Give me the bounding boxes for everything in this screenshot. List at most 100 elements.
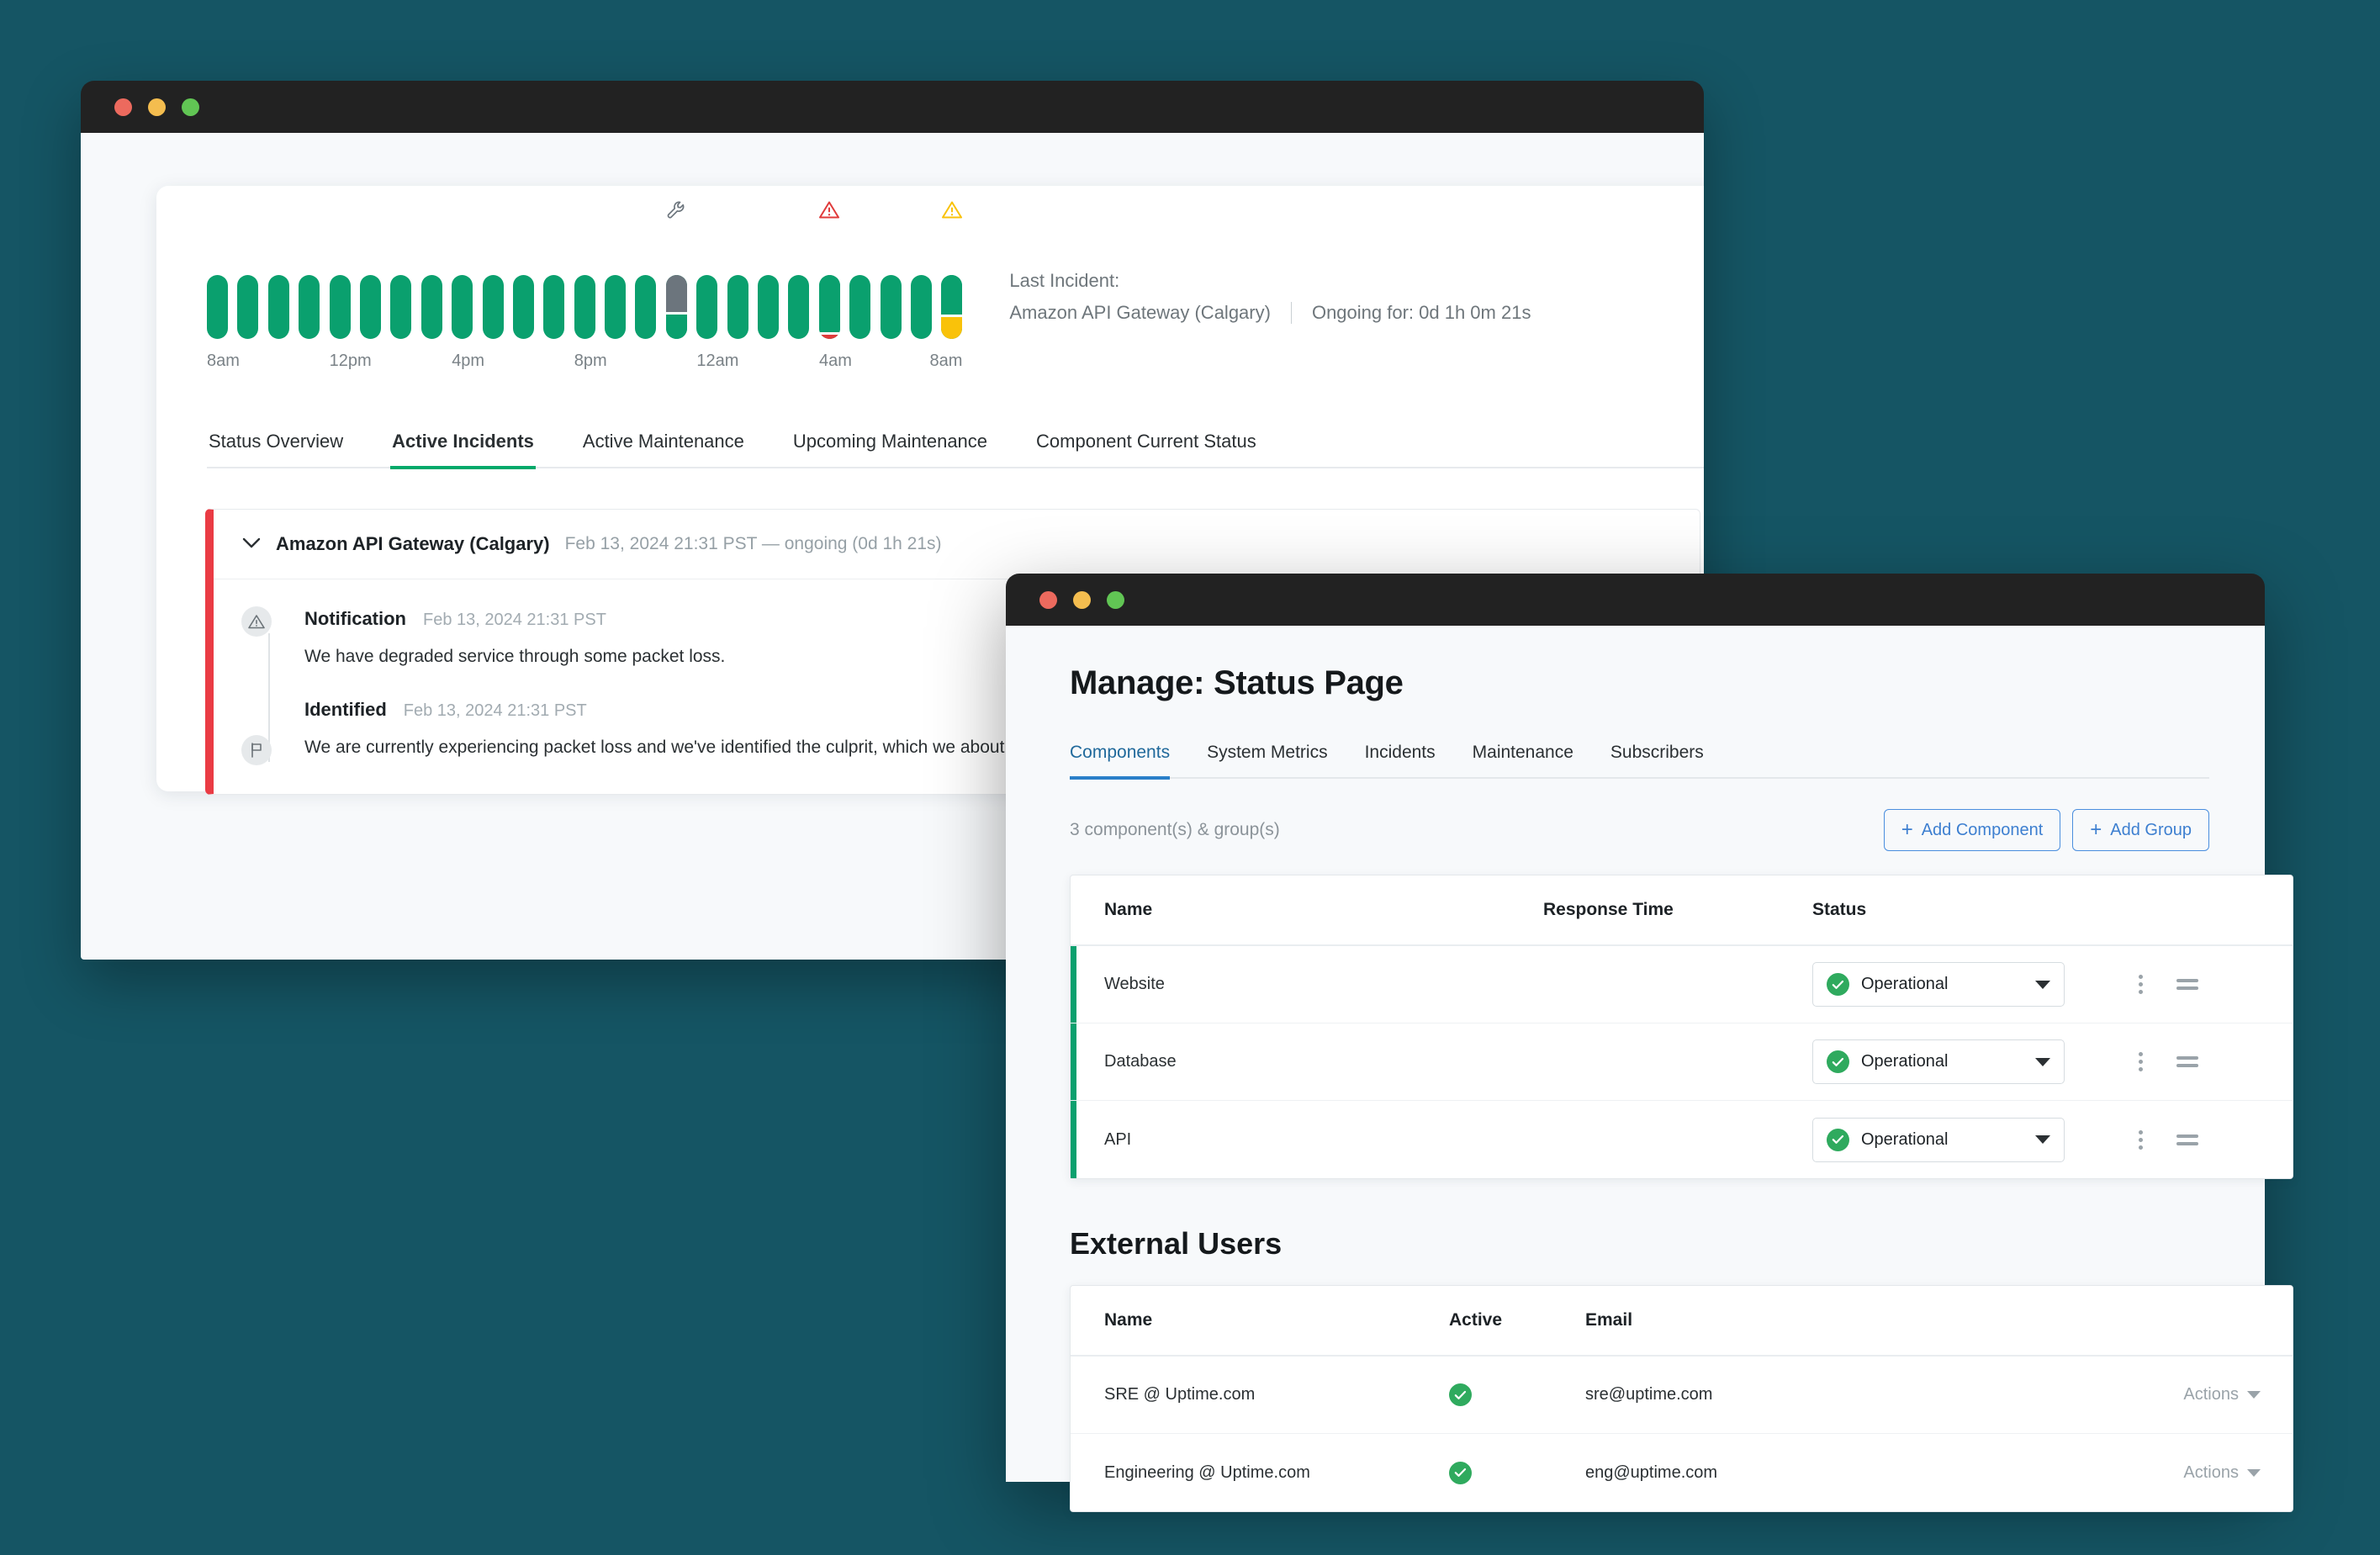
column-header-name: Name [1104, 900, 1153, 919]
component-name: Website [1104, 975, 1165, 993]
table-row[interactable]: SRE @ Uptime.com sre@uptime.com Actions [1071, 1357, 2293, 1434]
uptime-axis-tick: 8am [929, 352, 963, 370]
maximize-button[interactable] [1107, 590, 1124, 609]
more-options-icon[interactable] [2139, 1052, 2143, 1071]
uptime-bar-fill [605, 275, 627, 339]
uptime-bar-fill [329, 275, 351, 339]
status-dropdown[interactable]: Operational [1812, 1117, 2065, 1162]
actions-dropdown[interactable]: Actions [2023, 1385, 2274, 1404]
table-row[interactable]: API Operational [1071, 1101, 2293, 1178]
tab-maintenance[interactable]: Maintenance [1473, 743, 1573, 777]
active-check-icon [1449, 1461, 1472, 1484]
table-row[interactable]: Engineering @ Uptime.com eng@uptime.com Ac… [1071, 1434, 2293, 1511]
uptime-bar-segment [849, 275, 871, 339]
tab-status-overview[interactable]: Status Overview [207, 431, 345, 467]
column-header-status: Status [1812, 900, 1867, 919]
uptime-bar[interactable] [574, 230, 595, 339]
uptime-bar[interactable] [635, 230, 657, 339]
uptime-bar[interactable] [329, 230, 351, 339]
uptime-bar-segment [452, 275, 473, 339]
uptime-bar-segment [420, 275, 442, 339]
more-options-icon[interactable] [2139, 975, 2143, 994]
uptime-bar-segment [359, 275, 381, 339]
uptime-bar[interactable] [605, 230, 627, 339]
uptime-bar-segment [390, 275, 412, 339]
uptime-bar[interactable] [727, 230, 748, 339]
uptime-bar[interactable] [299, 230, 320, 339]
uptime-bar-fill [818, 275, 840, 339]
uptime-bar[interactable] [818, 201, 840, 339]
external-users-table-header: Name Active Email [1071, 1286, 2293, 1357]
uptime-bar-fill [452, 275, 473, 339]
close-button[interactable] [1039, 590, 1057, 609]
add-group-label: Add Group [2110, 820, 2192, 839]
uptime-bar-segment [267, 275, 289, 339]
uptime-bar-fill [420, 275, 442, 339]
uptime-bar-segment [299, 275, 320, 339]
uptime-bar[interactable] [390, 230, 412, 339]
uptime-bar[interactable] [482, 230, 504, 339]
page-title: Manage: Status Page [1070, 664, 1404, 701]
drag-handle-icon[interactable] [2176, 979, 2198, 990]
add-component-button[interactable]: + Add Component [1883, 809, 2061, 851]
drag-handle-icon[interactable] [2176, 1134, 2198, 1145]
uptime-bar[interactable] [941, 201, 963, 339]
uptime-bar-fill [299, 275, 320, 339]
chevron-down-icon[interactable] [242, 536, 261, 553]
uptime-bar[interactable] [849, 230, 871, 339]
plus-icon: + [2090, 818, 2102, 841]
incident-header[interactable]: Amazon API Gateway (Calgary) Feb 13, 202… [214, 510, 1700, 579]
tab-component-current-status[interactable]: Component Current Status [1034, 431, 1258, 467]
flag-icon [241, 735, 272, 765]
minimize-button[interactable] [1073, 590, 1091, 609]
check-circle-icon [1827, 1128, 1849, 1151]
uptime-bar-segment [880, 275, 902, 339]
uptime-bar[interactable] [359, 230, 381, 339]
status-dropdown[interactable]: Operational [1812, 1039, 2065, 1084]
tab-system-metrics[interactable]: System Metrics [1207, 743, 1328, 777]
uptime-bar[interactable] [696, 230, 718, 339]
alert-red-icon [818, 199, 840, 221]
component-name: API [1104, 1129, 1132, 1149]
uptime-bar[interactable] [267, 230, 289, 339]
status-dropdown[interactable]: Operational [1812, 962, 2065, 1007]
tab-active-incidents[interactable]: Active Incidents [390, 431, 536, 469]
last-incident-summary: Last Incident: Amazon API Gateway (Calga… [1009, 230, 1531, 327]
uptime-bar[interactable] [237, 230, 259, 339]
drag-handle-icon[interactable] [2176, 1056, 2198, 1067]
actions-dropdown[interactable]: Actions [2023, 1463, 2274, 1483]
table-row[interactable]: Website Operational [1071, 946, 2293, 1023]
more-options-icon[interactable] [2139, 1129, 2143, 1150]
table-row[interactable]: Database Operational [1071, 1023, 2293, 1101]
uptime-bar-segment [512, 275, 534, 339]
actions-label: Actions [2183, 1462, 2239, 1482]
maximize-button[interactable] [182, 98, 199, 116]
uptime-bar[interactable] [665, 201, 687, 339]
close-button[interactable] [114, 98, 132, 116]
tab-incidents[interactable]: Incidents [1365, 743, 1436, 777]
external-users-heading: External Users [1070, 1226, 1283, 1261]
uptime-bar-segment [696, 275, 718, 339]
uptime-bar[interactable] [910, 230, 932, 339]
uptime-bar[interactable] [207, 230, 228, 339]
uptime-axis: 8am 12pm 4pm 8pm 12am 4am 8am [207, 352, 962, 373]
tab-subscribers[interactable]: Subscribers [1610, 743, 1704, 777]
tab-upcoming-maintenance[interactable]: Upcoming Maintenance [791, 431, 989, 467]
tab-components[interactable]: Components [1070, 743, 1171, 780]
uptime-axis-tick: 8pm [574, 352, 607, 370]
uptime-bar[interactable] [420, 230, 442, 339]
uptime-bar[interactable] [788, 230, 810, 339]
uptime-bar[interactable] [880, 230, 902, 339]
chevron-down-icon [2035, 1057, 2050, 1066]
add-group-button[interactable]: + Add Group [2072, 809, 2209, 851]
wrench-icon [665, 199, 687, 221]
minimize-button[interactable] [148, 98, 166, 116]
tab-active-maintenance[interactable]: Active Maintenance [581, 431, 746, 467]
chevron-down-icon [2247, 1391, 2261, 1399]
uptime-bar[interactable] [758, 230, 780, 339]
uptime-bar[interactable] [512, 230, 534, 339]
uptime-bar[interactable] [452, 230, 473, 339]
column-header-response-time: Response Time [1543, 900, 1674, 919]
uptime-bar-fill [543, 275, 565, 339]
uptime-bar[interactable] [543, 230, 565, 339]
